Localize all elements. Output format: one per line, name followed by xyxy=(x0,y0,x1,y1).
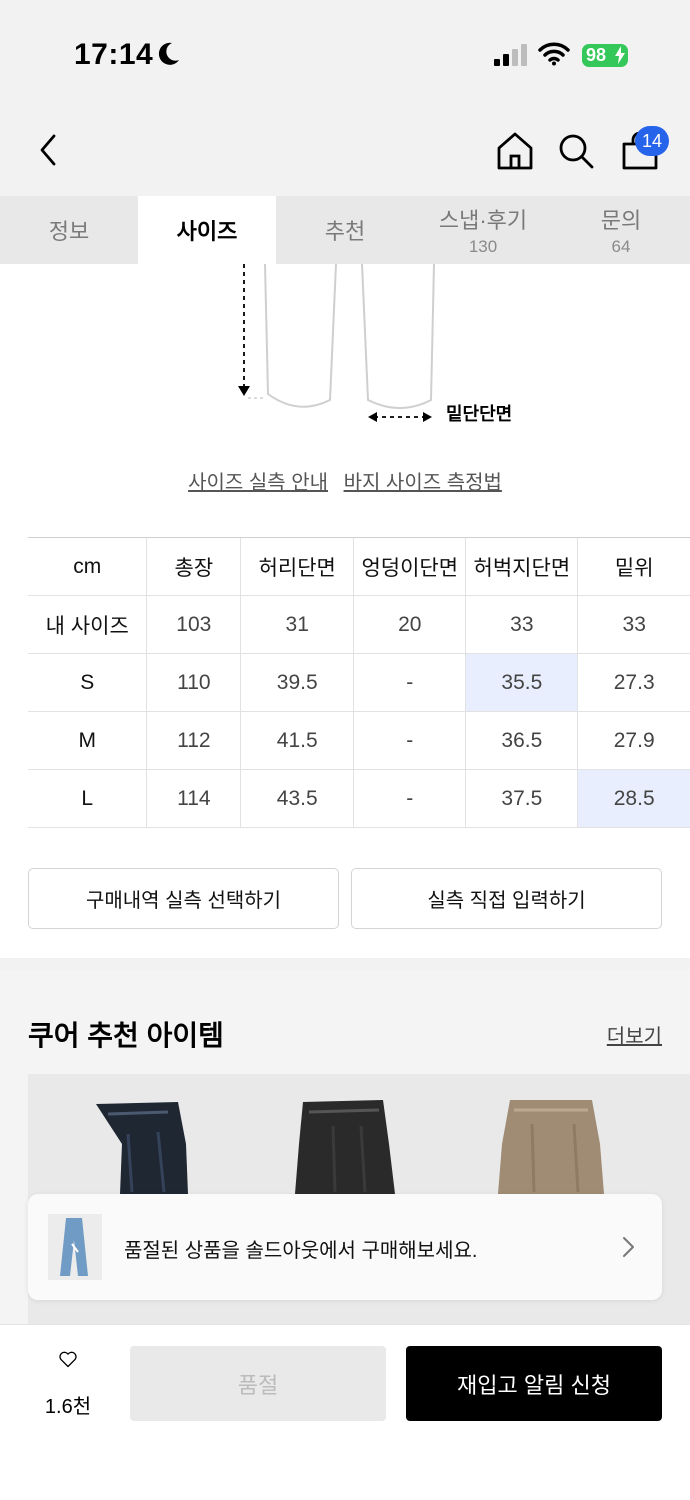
battery-indicator: 98 xyxy=(582,44,628,67)
tab-label: 스냅·후기 xyxy=(438,208,528,233)
pants-method-link[interactable]: 바지 사이즈 측정법 xyxy=(344,472,502,494)
heart-icon[interactable] xyxy=(36,1349,100,1385)
chevron-right-icon xyxy=(623,1237,634,1257)
measure-guide-link[interactable]: 사이즈 실측 안내 xyxy=(188,472,328,494)
pants-size-diagram xyxy=(238,264,435,422)
soldout-toast[interactable]: 품절된 상품을 솔드아웃에서 구매해보세요. xyxy=(28,1194,662,1300)
restock-alert-button[interactable]: 재입고 알림 신청 xyxy=(406,1346,662,1421)
tab-label: 정보 xyxy=(48,219,90,244)
table-header: 엉덩이단면 xyxy=(353,537,466,596)
table-cell: - xyxy=(353,653,466,712)
table-cell: 27.9 xyxy=(577,711,690,770)
cart-count-badge[interactable]: 14 xyxy=(635,126,669,156)
soldout-button: 품절 xyxy=(130,1346,386,1421)
tab-inquiry[interactable]: 문의 64 xyxy=(552,196,690,264)
moon-icon xyxy=(158,42,179,65)
table-cell: 112 xyxy=(146,711,241,770)
table-cell: 114 xyxy=(146,769,241,828)
tab-label: 사이즈 xyxy=(176,219,238,244)
table-header: 밑위 xyxy=(577,537,690,596)
table-row: S 110 39.5 - 35.5 27.3 xyxy=(28,653,690,712)
table-cell: 33 xyxy=(465,595,578,654)
direct-input-button[interactable]: 실측 직접 입력하기 xyxy=(351,868,662,929)
home-icon[interactable] xyxy=(495,130,535,172)
charging-icon xyxy=(615,46,625,64)
more-link[interactable]: 더보기 xyxy=(607,1020,662,1049)
signal-icon xyxy=(494,44,527,66)
tab-count: 130 xyxy=(468,237,498,256)
table-cell-highlighted: 35.5 xyxy=(465,653,578,712)
table-header: 허리단면 xyxy=(240,537,354,596)
table-row: 내 사이즈 103 31 20 33 33 xyxy=(28,595,690,654)
table-cell-highlighted: 28.5 xyxy=(577,769,690,828)
tab-recommend[interactable]: 추천 xyxy=(276,196,414,264)
wifi-icon xyxy=(538,42,570,66)
product-tabs: 정보 사이즈 추천 스냅·후기 130 문의 64 xyxy=(0,196,690,264)
section-divider xyxy=(0,958,690,970)
select-from-history-button[interactable]: 구매내역 실측 선택하기 xyxy=(28,868,339,929)
table-cell: 37.5 xyxy=(465,769,578,828)
table-cell: 41.5 xyxy=(240,711,354,770)
table-header: 총장 xyxy=(146,537,241,596)
table-cell: 39.5 xyxy=(240,653,354,712)
table-cell: 36.5 xyxy=(465,711,578,770)
table-cell: 20 xyxy=(353,595,466,654)
table-cell: S xyxy=(28,653,147,712)
toast-message: 품절된 상품을 솔드아웃에서 구매해보세요. xyxy=(124,1240,478,1262)
status-time: 17:14 xyxy=(74,38,154,71)
tab-snap-review[interactable]: 스냅·후기 130 xyxy=(414,196,552,264)
tab-label: 추천 xyxy=(324,219,366,244)
table-cell: 33 xyxy=(577,595,690,654)
hem-width-label: 밑단단면 xyxy=(446,404,513,424)
table-cell: M xyxy=(28,711,147,770)
bottom-action-bar: 1.6천 품절 재입고 알림 신청 xyxy=(0,1324,690,1500)
recommend-title: 쿠어 추천 아이템 xyxy=(28,1020,224,1051)
table-cell: L xyxy=(28,769,147,828)
battery-level: 98 xyxy=(586,45,607,65)
tab-count: 64 xyxy=(611,237,631,256)
tab-info[interactable]: 정보 xyxy=(0,196,138,264)
product-thumbnail xyxy=(48,1214,102,1280)
top-nav xyxy=(0,100,690,196)
table-cell: 31 xyxy=(240,595,354,654)
like-count: 1.6천 xyxy=(44,1396,92,1418)
table-cell: 27.3 xyxy=(577,653,690,712)
tab-label: 문의 xyxy=(600,208,642,233)
table-header: 허벅지단면 xyxy=(465,537,578,596)
table-header: cm xyxy=(28,537,147,596)
back-icon[interactable] xyxy=(34,132,64,168)
search-icon[interactable] xyxy=(557,132,595,170)
status-bar: 17:14 98 xyxy=(0,0,690,100)
table-row: L 114 43.5 - 37.5 28.5 xyxy=(28,769,690,828)
size-guide-links: 사이즈 실측 안내 바지 사이즈 측정법 xyxy=(0,466,690,495)
table-cell: - xyxy=(353,711,466,770)
table-cell: - xyxy=(353,769,466,828)
table-cell: 내 사이즈 xyxy=(28,595,147,654)
tab-size[interactable]: 사이즈 xyxy=(138,196,276,264)
table-cell: 103 xyxy=(146,595,241,654)
table-row: M 112 41.5 - 36.5 27.9 xyxy=(28,711,690,770)
table-cell: 110 xyxy=(146,653,241,712)
table-header-row: cm 총장 허리단면 엉덩이단면 허벅지단면 밑위 xyxy=(28,537,690,596)
size-table: cm 총장 허리단면 엉덩이단면 허벅지단면 밑위 내 사이즈 103 31 2… xyxy=(28,537,690,828)
table-cell: 43.5 xyxy=(240,769,354,828)
